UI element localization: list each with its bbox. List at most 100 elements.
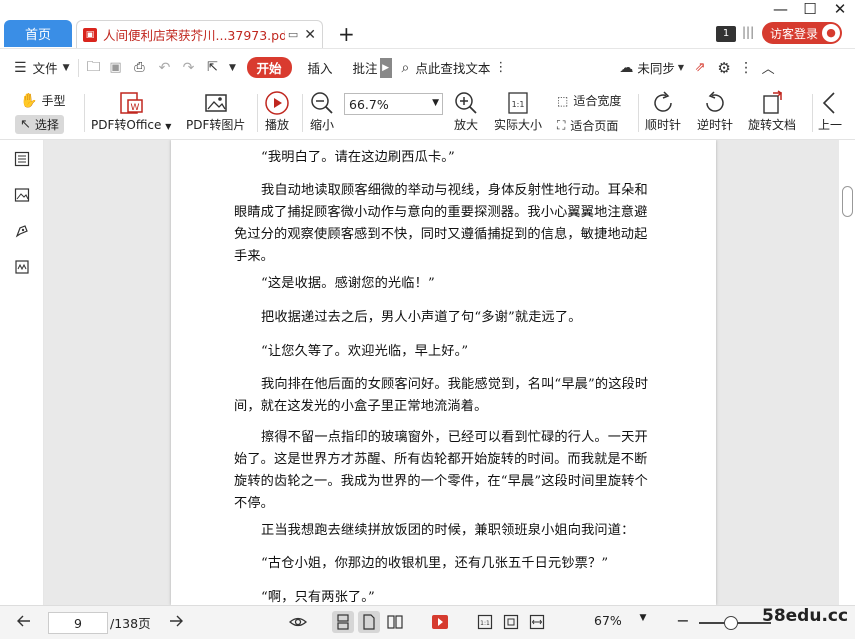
two-page-view-icon[interactable] (384, 611, 406, 633)
redo-icon[interactable]: ↷ (177, 60, 201, 76)
slideshow-play-icon[interactable] (429, 611, 451, 633)
rotate-document-button[interactable]: 旋转文档 (748, 90, 796, 133)
hand-tool-button[interactable]: ✋ 手型 (20, 92, 65, 109)
pdf-to-office-label: PDF转Office ▼ (91, 118, 172, 132)
zoom-out-button[interactable]: 缩小 (309, 90, 335, 133)
guest-login-button[interactable]: 访客登录 ● (762, 22, 842, 44)
menu-annotate[interactable]: 批注 (353, 49, 378, 86)
pdf-page: “我明白了。请在这边刷西瓜卡。” 我自动地读取顾客细微的举动与视线，身体反射性地… (171, 140, 716, 605)
cloud-icon: ☁ (619, 59, 634, 76)
previous-page-button[interactable]: 上一 (818, 90, 842, 133)
fit-width-icon: ⬚ (557, 93, 569, 108)
actual-size-label: 实际大小 (494, 118, 543, 132)
next-page-icon[interactable] (166, 613, 186, 629)
sync-status-label: 未同步 (637, 61, 675, 76)
pdf-file-icon: ▣ (83, 27, 97, 42)
close-window-icon[interactable]: ✕ (833, 0, 847, 18)
rotate-clockwise-button[interactable]: 顺时针 (645, 90, 681, 133)
close-tab-icon[interactable]: ✕ (304, 27, 316, 43)
play-button[interactable]: 播放 (264, 90, 290, 133)
fit-page-button[interactable]: ⛶ 适合页面 (557, 117, 618, 134)
actual-size-button[interactable]: 1:1 实际大小 (494, 90, 542, 133)
divider (84, 94, 85, 132)
menu-start[interactable]: 开始 (246, 49, 292, 86)
cursor-icon: ↖ (20, 117, 31, 132)
zoom-select-value: 66.7% (349, 96, 389, 112)
chevron-right-icon[interactable]: ▶ (379, 57, 392, 78)
fit-page-icon[interactable] (500, 611, 522, 633)
menu-insert[interactable]: 插入 (308, 49, 333, 86)
paragraph: “这是收据。感谢您的光临！” (261, 276, 435, 291)
select-tool-button[interactable]: ↖ 选择 (15, 115, 64, 134)
zoom-select[interactable]: 66.7% ▼ (344, 93, 443, 115)
export-icon[interactable]: ⇱ (201, 60, 225, 75)
gear-icon[interactable]: ⚙ (712, 59, 736, 77)
chevron-left-icon (818, 90, 838, 116)
minimize-icon[interactable]: — (773, 0, 788, 18)
thumbnail-image-icon[interactable] (12, 185, 32, 205)
print-icon[interactable]: ⎙ (127, 60, 153, 75)
zoom-in-button[interactable]: 放大 (453, 90, 479, 133)
play-icon (264, 90, 290, 116)
save-icon[interactable]: ▣ (105, 60, 127, 75)
maximize-icon[interactable]: ☐ (803, 0, 817, 18)
rotate-counterclockwise-label: 逆时针 (697, 118, 734, 132)
dropdown-arrow-icon[interactable]: ▼ (225, 63, 241, 73)
sync-status[interactable]: ☁ 未同步 ▼ (619, 49, 684, 86)
total-pages: /138页 (110, 616, 151, 631)
tab-home[interactable]: 首页 (4, 20, 72, 47)
document-viewport[interactable]: “我明白了。请在这边刷西瓜卡。” 我自动地读取顾客细微的举动与视线，身体反射性地… (44, 140, 839, 605)
continuous-view-icon[interactable] (332, 611, 354, 633)
pdf-to-office-button[interactable]: W PDF转Office ▼ (91, 90, 171, 133)
chevron-up-icon[interactable]: ︿ (756, 58, 780, 77)
pdf-to-image-button[interactable]: PDF转图片 (186, 90, 245, 133)
share-icon[interactable]: ⇗ (688, 60, 712, 75)
watermark-text: 58edu.cc (762, 606, 849, 626)
fit-width-icon[interactable] (526, 611, 548, 633)
zoom-slider-knob[interactable] (724, 616, 738, 630)
hand-tool-label: 手型 (41, 94, 66, 108)
tab-document[interactable]: ▣ 人间便利店荣获芥川...37973.pdf ▭ ✕ (76, 20, 323, 48)
single-page-view-icon[interactable] (358, 611, 380, 633)
file-menu[interactable]: ☰ 文件 ▼ (14, 49, 70, 86)
outline-icon[interactable] (12, 149, 32, 169)
window-count-badge[interactable]: 1 (716, 26, 736, 42)
status-bar: 9 /138页 1:1 67% ▼ − (0, 605, 855, 639)
previous-page-icon[interactable] (14, 613, 34, 629)
search-box[interactable]: ⌕ 点此查找文本 ⋮ (402, 49, 508, 86)
zoom-minus-icon[interactable]: − (676, 611, 690, 630)
chevron-down-icon[interactable]: ▼ (636, 613, 650, 623)
scrollbar-thumb[interactable] (842, 186, 853, 217)
monitor-icon[interactable]: ▭ (288, 28, 298, 41)
menu-insert-label: 插入 (307, 61, 333, 76)
fit-page-label: 适合页面 (570, 119, 619, 133)
fit-width-button[interactable]: ⬚ 适合宽度 (557, 92, 621, 109)
more-vertical-icon[interactable]: ⋮ (736, 60, 756, 76)
menu-start-label: 开始 (246, 57, 292, 78)
zoom-in-label: 放大 (453, 118, 478, 132)
page-number-input[interactable]: 9 (48, 612, 108, 634)
annotation-pen-icon[interactable] (12, 221, 32, 241)
rotate-clockwise-icon (650, 90, 676, 116)
actual-size-icon: 1:1 (507, 90, 529, 116)
more-vertical-icon[interactable]: ⋮ (494, 60, 507, 75)
paragraph: “让您久等了。欢迎光临，早上好。” (261, 344, 469, 359)
new-tab-button[interactable]: + (338, 22, 355, 46)
eye-icon[interactable] (287, 611, 309, 633)
signature-icon[interactable] (12, 257, 32, 277)
chevron-down-icon: ▼ (677, 63, 685, 72)
rotate-document-icon (759, 90, 785, 116)
vertical-scrollbar[interactable] (839, 140, 855, 605)
pdf-to-image-label: PDF转图片 (186, 118, 246, 132)
rotate-counterclockwise-icon (702, 90, 728, 116)
undo-icon[interactable]: ↶ (153, 60, 177, 76)
zoom-in-icon (453, 90, 479, 116)
divider (812, 94, 813, 132)
open-folder-icon[interactable]: 🗀 (83, 56, 105, 80)
divider (77, 58, 79, 77)
search-placeholder: 点此查找文本 (415, 61, 491, 76)
actual-size-icon[interactable]: 1:1 (474, 611, 496, 633)
svg-text:W: W (131, 103, 140, 113)
file-menu-label: 文件 (32, 61, 58, 76)
rotate-counterclockwise-button[interactable]: 逆时针 (697, 90, 733, 133)
